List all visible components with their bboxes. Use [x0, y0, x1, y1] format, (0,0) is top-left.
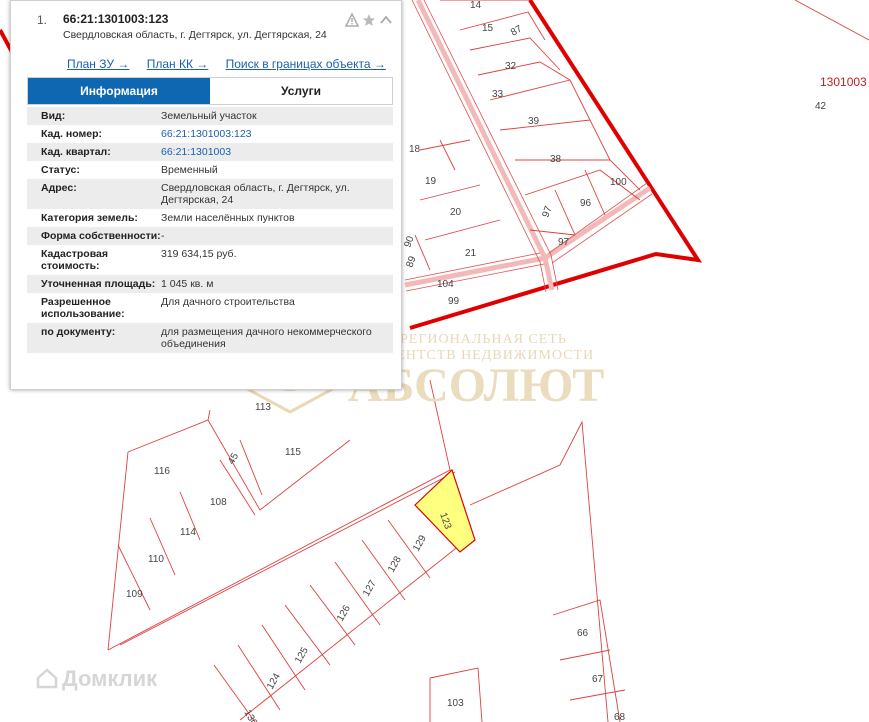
result-number: 1. [37, 13, 48, 27]
plan-zu-link[interactable]: План ЗУ → [67, 57, 129, 71]
parcel-label: 109 [126, 589, 143, 600]
domclick-watermark: Домклик [36, 666, 157, 692]
parcel-label: 21 [465, 248, 477, 259]
row-label: Уточненная площадь: [41, 278, 156, 290]
parcel-label: 104 [437, 279, 454, 290]
parcel-label: 116 [154, 466, 170, 477]
tab-information[interactable]: Информация [28, 78, 210, 104]
search-in-bounds-link[interactable]: Поиск в границах объекта → [226, 57, 386, 71]
parcel-label: 125 [293, 645, 311, 665]
info-row: Статус: Временный [27, 161, 393, 179]
row-value: Земельный участок [161, 110, 257, 122]
parcel-label: 33 [492, 89, 504, 100]
parcel-label: 96 [580, 198, 592, 209]
row-label: по документу: [41, 326, 116, 338]
info-row: Уточненная площадь: 1 045 кв. м [27, 275, 393, 293]
row-value: - [161, 230, 165, 242]
row-value: 1 045 кв. м [161, 278, 214, 290]
parcel-label: 99 [448, 296, 460, 307]
parcel-label: 19 [425, 176, 437, 187]
info-row: Кад. номер: 66:21:1301003:123 [27, 125, 393, 143]
parcel-label: 126 [335, 603, 353, 623]
parcel-label: 97 [558, 237, 570, 248]
parcel-label: 39 [528, 116, 540, 127]
info-row: Кад. квартал: 66:21:1301003 [27, 143, 393, 161]
row-label: Кадастровая стоимость: [41, 248, 108, 272]
parcel-label: 18 [409, 144, 421, 155]
panel-actions [344, 12, 393, 27]
cadastral-quarter-link[interactable]: 66:21:1301003 [161, 146, 385, 158]
warning-icon[interactable] [344, 12, 360, 27]
parcel-label: 103 [447, 698, 464, 709]
row-value: Земли населённых пунктов [161, 212, 295, 224]
parcel-label: 129 [411, 533, 429, 553]
row-value: Временный [161, 164, 218, 176]
parcel-label: 14 [470, 0, 482, 11]
info-row: Разрешенное использование: Для дачного ст… [27, 293, 393, 323]
row-label: Кад. номер: [41, 128, 103, 140]
object-title[interactable]: 66:21:1301003:123 [63, 12, 168, 26]
parcel-label: 38 [550, 154, 562, 165]
row-label: Адрес: [41, 182, 77, 194]
parcel-label: 127 [361, 578, 379, 598]
parcel-label: 128 [386, 554, 404, 574]
row-label: Форма собственности: [41, 230, 161, 242]
house-icon [36, 668, 58, 689]
object-address: Свердловская область, г. Дегтярск, ул. Д… [63, 29, 327, 41]
info-row: Форма собственности: - [27, 227, 393, 245]
block-label: 1301003 [820, 75, 867, 89]
cadastral-number-link[interactable]: 66:21:1301003:123 [161, 128, 385, 140]
row-label: Вид: [41, 110, 66, 122]
parcel-label: 114 [180, 527, 196, 538]
parcel-label: 113 [255, 402, 271, 413]
row-value: Свердловская область, г. Дегтярск, ул. Д… [161, 182, 350, 206]
parcel-label: 130 [241, 708, 259, 722]
parcel-label: 87 [509, 23, 525, 38]
info-row: по документу: для размещения дачного неко… [27, 323, 393, 353]
row-label: Кад. квартал: [41, 146, 111, 158]
parcel-label: 90 [402, 234, 416, 249]
info-row: Вид: Земельный участок [27, 107, 393, 125]
plan-kk-link[interactable]: План КК → [147, 57, 209, 71]
info-row: Категория земель: Земли населённых пункто… [27, 209, 393, 227]
parcel-label: 110 [148, 554, 164, 565]
parcel-label: 42 [815, 101, 827, 112]
parcel-label: 66 [577, 628, 589, 639]
row-label: Статус: [41, 164, 80, 176]
row-value: Для дачного строительства [161, 296, 295, 308]
parcel-label: 115 [285, 447, 301, 458]
parcel-label: 124 [265, 671, 283, 691]
chevron-up-icon[interactable] [379, 13, 393, 27]
row-label: Разрешенное использование: [41, 296, 125, 320]
parcel-label: 68 [614, 712, 626, 722]
info-table: Вид: Земельный участок Кад. номер: 66:21:1… [27, 107, 393, 353]
parcel-label: 67 [592, 674, 604, 685]
row-value: для размещения дачного некоммерческого о… [161, 326, 372, 350]
row-label: Категория земель: [41, 212, 138, 224]
lower-parcels [107, 379, 626, 722]
star-icon[interactable] [362, 13, 376, 27]
panel-tabs: Информация Услуги [27, 77, 393, 105]
info-row: Кадастровая стоимость: 319 634,15 руб. [27, 245, 393, 275]
parcel-label: 97 [540, 204, 554, 219]
parcel-label: 100 [610, 177, 627, 188]
parcel-label: 45 [226, 451, 241, 467]
object-info-panel: 1. 66:21:1301003:123 Свердловская област… [10, 0, 402, 390]
parcel-label: 32 [505, 61, 517, 72]
parcel-label: 20 [450, 207, 462, 218]
parcel-label: 89 [404, 254, 418, 269]
parcel-label: 108 [210, 497, 227, 508]
tab-services[interactable]: Услуги [210, 78, 392, 104]
row-value: 319 634,15 руб. [161, 248, 237, 260]
object-links: План ЗУ → План КК → Поиск в границах объ… [67, 57, 400, 71]
road [404, 0, 652, 291]
parcel-label: 15 [482, 23, 494, 34]
domclick-text: Домклик [62, 666, 158, 691]
info-row: Адрес: Свердловская область, г. Дегтярск,… [27, 179, 393, 209]
